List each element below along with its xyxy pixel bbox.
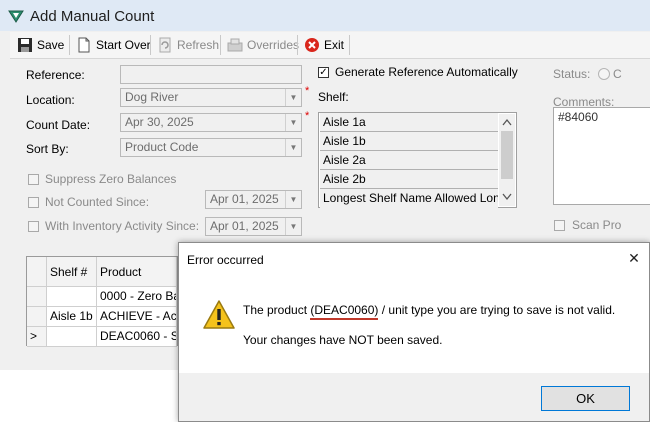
shelf-list-item[interactable]: Aisle 1b [320,132,498,151]
sort-by-select[interactable]: Product Code ▼ [120,138,302,157]
count-date-picker[interactable]: Apr 30, 2025 ▼ [120,113,302,132]
message-suffix: / unit type you are trying to save is no… [378,303,616,317]
exit-button[interactable]: Exit [304,35,344,55]
warning-icon [203,299,235,331]
shelf-list-item[interactable]: Aisle 2b [320,170,498,189]
reference-label: Reference: [26,68,85,82]
toolbar-separator [150,35,151,55]
grid-header-shelf[interactable]: Shelf # [47,257,97,287]
not-counted-date-picker[interactable]: Apr 01, 2025 ▼ [205,190,302,209]
table-cell-product[interactable]: DEAC0060 - So [97,327,177,347]
inventory-activity-date-picker[interactable]: Apr 01, 2025 ▼ [205,217,302,236]
reference-input[interactable] [120,65,302,84]
generate-reference-checkbox[interactable]: ✓ [318,67,329,78]
error-dialog: Error occurred ✕ The product (DEAC0060) … [178,242,650,422]
overrides-icon [227,37,243,53]
inventory-activity-checkbox[interactable] [28,221,39,232]
new-document-icon [76,37,92,53]
sort-by-label: Sort By: [26,142,69,156]
table-cell-shelf[interactable]: Aisle 1b [47,307,97,327]
not-counted-value: Apr 01, 2025 [210,192,279,206]
location-value: Dog River [125,90,179,104]
chevron-down-icon: ▼ [285,139,301,156]
status-label: Status: [553,67,591,81]
not-counted-checkbox[interactable] [28,197,39,208]
message-prefix: The product [243,303,311,317]
exit-label: Exit [324,38,345,52]
suppress-zero-checkbox[interactable] [28,174,39,185]
window-title: Add Manual Count [30,8,155,25]
scan-product-label: Scan Pro [572,218,622,232]
save-label: Save [37,38,65,52]
suppress-zero-label: Suppress Zero Balances [45,172,177,186]
chevron-down-icon: ▼ [285,114,301,131]
table-cell-shelf[interactable] [47,287,97,307]
sort-by-value: Product Code [125,140,199,154]
row-indicator[interactable] [27,307,47,327]
location-select[interactable]: Dog River ▼ [120,88,302,107]
start-over-button[interactable]: Start Over [76,35,151,55]
required-marker: * [305,110,310,122]
product-code-highlight: (DEAC0060) [310,303,379,320]
count-grid: Shelf # Product 0000 - Zero Bala Aisle 1… [26,256,178,347]
generate-reference-label: Generate Reference Automatically [335,65,518,79]
exit-icon [304,37,320,53]
chevron-down-icon: ▼ [285,191,301,208]
table-cell-shelf[interactable] [47,327,97,347]
error-message: The product (DEAC0060) / unit type you a… [243,303,615,320]
grid-header-indicator [27,257,47,287]
overrides-label: Overrides [247,38,300,52]
ok-button[interactable]: OK [541,386,630,411]
start-over-label: Start Over [96,38,151,52]
shelf-list-item[interactable]: Aisle 1a [320,113,498,132]
refresh-icon [157,37,173,53]
close-icon[interactable]: ✕ [625,249,643,267]
app-logo-icon [8,9,24,23]
status-radio[interactable] [598,68,610,80]
shelf-label: Shelf: [318,90,349,104]
refresh-button[interactable]: Refresh [157,35,219,55]
toolbar-separator [297,35,298,55]
floppy-disk-icon [17,37,33,53]
grid-header-product[interactable]: Product [97,257,177,287]
table-cell-product[interactable]: ACHIEVE - Achi [97,307,177,327]
toolbar-separator [69,35,70,55]
chevron-down-icon: ▼ [285,89,301,106]
chevron-down-icon: ▼ [285,218,301,235]
save-button[interactable]: Save [17,35,64,55]
inventory-activity-label: With Inventory Activity Since: [45,219,200,233]
shelf-listbox[interactable]: Aisle 1a Aisle 1b Aisle 2a Aisle 2b Long… [318,112,517,208]
toolbar-separator [349,35,350,55]
error-message-line2: Your changes have NOT been saved. [243,333,443,347]
shelf-list-item[interactable]: Aisle 2a [320,151,498,170]
shelf-scrollbar[interactable] [499,114,515,206]
row-indicator[interactable]: > [27,327,47,347]
dialog-title: Error occurred [187,253,264,267]
count-date-label: Count Date: [26,118,91,132]
inventory-activity-value: Apr 01, 2025 [210,219,279,233]
scan-product-checkbox[interactable] [554,220,565,231]
status-option-label: C [613,67,622,81]
refresh-label: Refresh [177,38,220,52]
row-indicator[interactable] [27,287,47,307]
required-marker: * [305,85,310,97]
comments-textarea[interactable]: #84060 [553,107,650,205]
table-cell-product[interactable]: 0000 - Zero Bala [97,287,177,307]
count-date-value: Apr 30, 2025 [125,115,194,129]
overrides-button[interactable]: Overrides [227,35,299,55]
shelf-list-item[interactable]: Longest Shelf Name Allowed Longe [320,189,498,208]
toolbar-separator [220,35,221,55]
location-label: Location: [26,93,75,107]
not-counted-label: Not Counted Since: [45,195,150,209]
